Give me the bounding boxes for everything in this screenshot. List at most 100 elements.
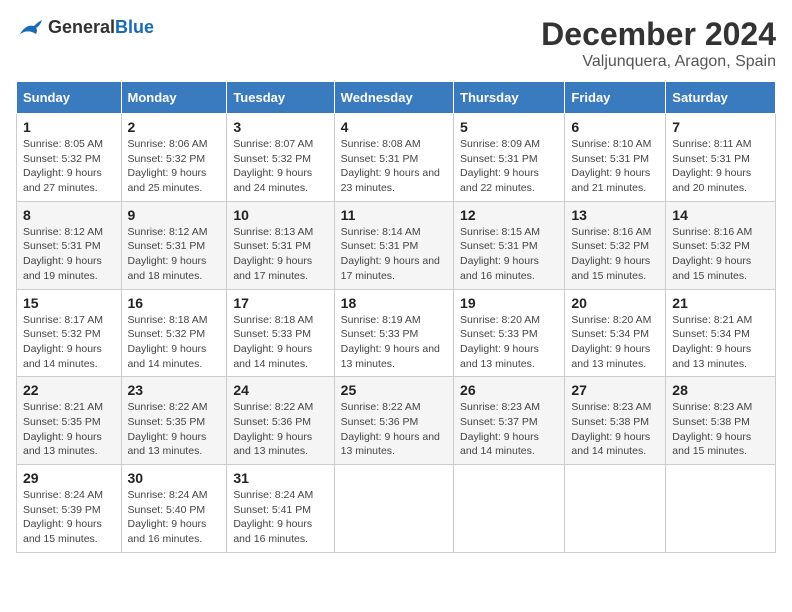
calendar-cell: 16Sunrise: 8:18 AMSunset: 5:32 PMDayligh…	[121, 289, 227, 377]
day-number: 27	[571, 382, 659, 398]
day-number: 23	[128, 382, 221, 398]
day-number: 8	[23, 207, 115, 223]
day-number: 22	[23, 382, 115, 398]
calendar-body: 1 Sunrise: 8:05 AMSunset: 5:32 PMDaylight…	[17, 114, 776, 553]
header: GeneralBlue December 2024 Valjunquera, A…	[16, 16, 776, 71]
day-number: 7	[672, 119, 769, 135]
logo: GeneralBlue	[16, 16, 154, 38]
day-number: 18	[341, 295, 447, 311]
calendar-cell: 1 Sunrise: 8:05 AMSunset: 5:32 PMDaylight…	[17, 114, 122, 202]
calendar-cell: 17 Sunrise: 8:18 AMSunset: 5:33 PMDayligh…	[227, 289, 334, 377]
day-number: 2	[128, 119, 221, 135]
day-detail: Sunrise: 8:20 AMSunset: 5:33 PMDaylight:…	[460, 313, 558, 372]
day-detail: Sunrise: 8:11 AMSunset: 5:31 PMDaylight:…	[672, 137, 769, 196]
logo-blue: Blue	[115, 17, 154, 37]
day-number: 31	[233, 470, 327, 486]
day-number: 20	[571, 295, 659, 311]
day-number: 1	[23, 119, 115, 135]
day-detail: Sunrise: 8:16 AMSunset: 5:32 PMDaylight:…	[672, 225, 769, 284]
calendar-cell: 24 Sunrise: 8:22 AMSunset: 5:36 PMDayligh…	[227, 377, 334, 465]
day-detail: Sunrise: 8:23 AMSunset: 5:38 PMDaylight:…	[571, 400, 659, 459]
calendar-cell: 5 Sunrise: 8:09 AMSunset: 5:31 PMDaylight…	[454, 114, 565, 202]
logo-general: General	[48, 17, 115, 37]
day-detail: Sunrise: 8:08 AMSunset: 5:31 PMDaylight:…	[341, 137, 447, 196]
calendar-cell: 11 Sunrise: 8:14 AMSunset: 5:31 PMDayligh…	[334, 201, 453, 289]
day-number: 11	[341, 207, 447, 223]
day-number: 21	[672, 295, 769, 311]
calendar-cell: 6 Sunrise: 8:10 AMSunset: 5:31 PMDaylight…	[565, 114, 666, 202]
calendar-cell: 14 Sunrise: 8:16 AMSunset: 5:32 PMDayligh…	[666, 201, 776, 289]
day-detail: Sunrise: 8:10 AMSunset: 5:31 PMDaylight:…	[571, 137, 659, 196]
day-number: 19	[460, 295, 558, 311]
calendar-cell: 8 Sunrise: 8:12 AMSunset: 5:31 PMDaylight…	[17, 201, 122, 289]
day-detail: Sunrise: 8:14 AMSunset: 5:31 PMDaylight:…	[341, 225, 447, 284]
day-detail: Sunrise: 8:18 AMSunset: 5:33 PMDaylight:…	[233, 313, 327, 372]
day-number: 6	[571, 119, 659, 135]
day-detail: Sunrise: 8:05 AMSunset: 5:32 PMDaylight:…	[23, 137, 115, 196]
day-detail: Sunrise: 8:06 AMSunset: 5:32 PMDaylight:…	[128, 137, 221, 196]
day-number: 9	[128, 207, 221, 223]
day-detail: Sunrise: 8:09 AMSunset: 5:31 PMDaylight:…	[460, 137, 558, 196]
day-number: 15	[23, 295, 115, 311]
logo-text: GeneralBlue	[48, 17, 154, 38]
calendar-cell: 27 Sunrise: 8:23 AMSunset: 5:38 PMDayligh…	[565, 377, 666, 465]
day-detail: Sunrise: 8:13 AMSunset: 5:31 PMDaylight:…	[233, 225, 327, 284]
day-number: 28	[672, 382, 769, 398]
day-detail: Sunrise: 8:24 AMSunset: 5:41 PMDaylight:…	[233, 488, 327, 547]
calendar-week-row: 29 Sunrise: 8:24 AMSunset: 5:39 PMDayligh…	[17, 465, 776, 553]
header-wednesday: Wednesday	[334, 82, 453, 114]
day-number: 12	[460, 207, 558, 223]
day-detail: Sunrise: 8:16 AMSunset: 5:32 PMDaylight:…	[571, 225, 659, 284]
day-number: 14	[672, 207, 769, 223]
calendar-header: Sunday Monday Tuesday Wednesday Thursday…	[17, 82, 776, 114]
day-detail: Sunrise: 8:19 AMSunset: 5:33 PMDaylight:…	[341, 313, 447, 372]
header-sunday: Sunday	[17, 82, 122, 114]
calendar-cell: 26Sunrise: 8:23 AMSunset: 5:37 PMDayligh…	[454, 377, 565, 465]
day-detail: Sunrise: 8:22 AMSunset: 5:35 PMDaylight:…	[128, 400, 221, 459]
calendar-cell	[454, 465, 565, 553]
calendar-cell: 9Sunrise: 8:12 AMSunset: 5:31 PMDaylight…	[121, 201, 227, 289]
calendar-cell: 21 Sunrise: 8:21 AMSunset: 5:34 PMDayligh…	[666, 289, 776, 377]
header-tuesday: Tuesday	[227, 82, 334, 114]
day-detail: Sunrise: 8:12 AMSunset: 5:31 PMDaylight:…	[23, 225, 115, 284]
calendar-cell: 2 Sunrise: 8:06 AMSunset: 5:32 PMDaylight…	[121, 114, 227, 202]
title-area: December 2024 Valjunquera, Aragon, Spain	[541, 16, 776, 71]
calendar-cell	[666, 465, 776, 553]
day-detail: Sunrise: 8:07 AMSunset: 5:32 PMDaylight:…	[233, 137, 327, 196]
weekday-header-row: Sunday Monday Tuesday Wednesday Thursday…	[17, 82, 776, 114]
header-thursday: Thursday	[454, 82, 565, 114]
calendar-week-row: 22 Sunrise: 8:21 AMSunset: 5:35 PMDayligh…	[17, 377, 776, 465]
day-number: 25	[341, 382, 447, 398]
day-number: 4	[341, 119, 447, 135]
calendar-cell: 18 Sunrise: 8:19 AMSunset: 5:33 PMDayligh…	[334, 289, 453, 377]
calendar-cell: 30Sunrise: 8:24 AMSunset: 5:40 PMDayligh…	[121, 465, 227, 553]
day-number: 5	[460, 119, 558, 135]
calendar-cell: 20 Sunrise: 8:20 AMSunset: 5:34 PMDayligh…	[565, 289, 666, 377]
header-monday: Monday	[121, 82, 227, 114]
day-detail: Sunrise: 8:17 AMSunset: 5:32 PMDaylight:…	[23, 313, 115, 372]
calendar-cell: 3Sunrise: 8:07 AMSunset: 5:32 PMDaylight…	[227, 114, 334, 202]
calendar-cell	[565, 465, 666, 553]
calendar-cell: 13Sunrise: 8:16 AMSunset: 5:32 PMDayligh…	[565, 201, 666, 289]
calendar-cell: 4 Sunrise: 8:08 AMSunset: 5:31 PMDaylight…	[334, 114, 453, 202]
calendar-cell: 31 Sunrise: 8:24 AMSunset: 5:41 PMDayligh…	[227, 465, 334, 553]
calendar-cell: 12Sunrise: 8:15 AMSunset: 5:31 PMDayligh…	[454, 201, 565, 289]
calendar-cell: 19 Sunrise: 8:20 AMSunset: 5:33 PMDayligh…	[454, 289, 565, 377]
calendar-week-row: 1 Sunrise: 8:05 AMSunset: 5:32 PMDaylight…	[17, 114, 776, 202]
day-number: 16	[128, 295, 221, 311]
day-number: 24	[233, 382, 327, 398]
calendar-cell: 15 Sunrise: 8:17 AMSunset: 5:32 PMDayligh…	[17, 289, 122, 377]
calendar-table: Sunday Monday Tuesday Wednesday Thursday…	[16, 81, 776, 553]
day-number: 17	[233, 295, 327, 311]
header-friday: Friday	[565, 82, 666, 114]
calendar-cell: 29 Sunrise: 8:24 AMSunset: 5:39 PMDayligh…	[17, 465, 122, 553]
calendar-cell: 7 Sunrise: 8:11 AMSunset: 5:31 PMDaylight…	[666, 114, 776, 202]
day-detail: Sunrise: 8:20 AMSunset: 5:34 PMDaylight:…	[571, 313, 659, 372]
day-number: 29	[23, 470, 115, 486]
logo-icon	[16, 16, 44, 38]
day-detail: Sunrise: 8:24 AMSunset: 5:39 PMDaylight:…	[23, 488, 115, 547]
day-detail: Sunrise: 8:21 AMSunset: 5:35 PMDaylight:…	[23, 400, 115, 459]
day-detail: Sunrise: 8:21 AMSunset: 5:34 PMDaylight:…	[672, 313, 769, 372]
day-detail: Sunrise: 8:22 AMSunset: 5:36 PMDaylight:…	[233, 400, 327, 459]
calendar-cell: 10Sunrise: 8:13 AMSunset: 5:31 PMDayligh…	[227, 201, 334, 289]
